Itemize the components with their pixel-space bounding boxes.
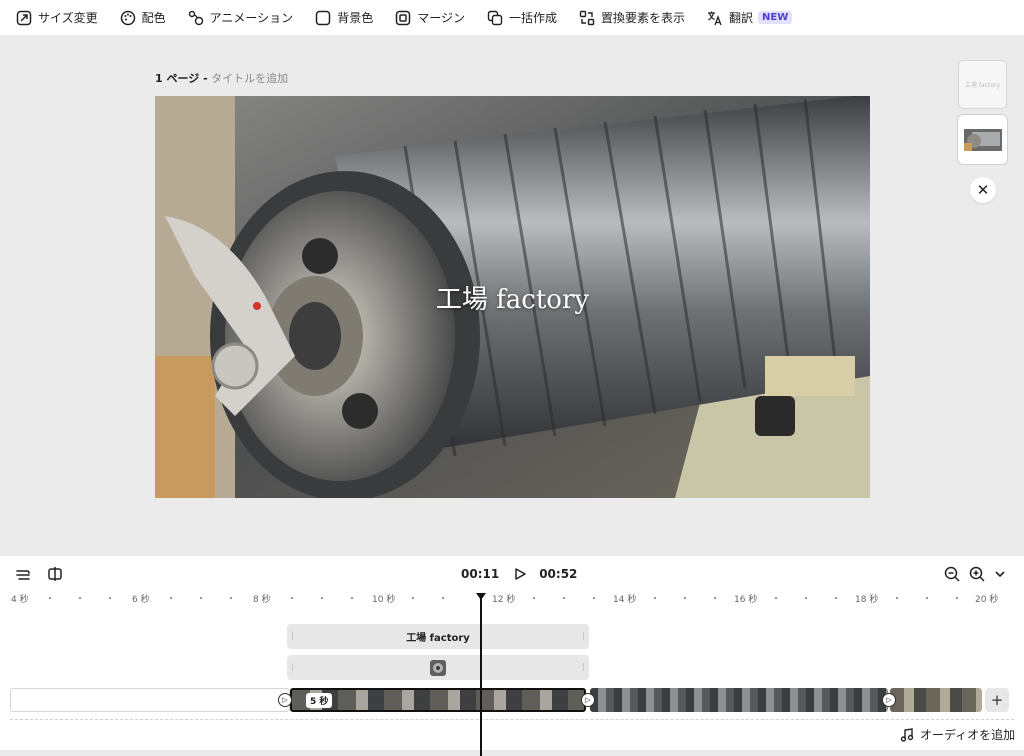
ruler-label: 16 秒 xyxy=(734,595,758,605)
ruler-label: 12 秒 xyxy=(492,595,516,605)
playhead[interactable] xyxy=(476,593,486,756)
current-time: 00:11 xyxy=(461,567,500,581)
split-icon[interactable] xyxy=(47,566,63,582)
playback-controls: 00:11 00:52 xyxy=(461,564,577,584)
bulk-create-icon xyxy=(487,10,503,25)
animation-icon xyxy=(188,10,203,25)
add-title-link[interactable]: タイトルを追加 xyxy=(211,72,288,85)
palette-icon xyxy=(120,10,135,25)
zoom-in-icon[interactable] xyxy=(969,566,985,582)
add-audio-label: オーディオを追加 xyxy=(920,728,1016,742)
text-track[interactable]: 工場 factory xyxy=(287,624,589,649)
color-scheme-button[interactable]: 配色 xyxy=(120,0,166,35)
resize-label: サイズ変更 xyxy=(38,11,98,25)
show-replace-elements-button[interactable]: 置換要素を表示 xyxy=(579,0,685,35)
clip-duration-badge: 5 秒 xyxy=(306,693,333,708)
translate-icon xyxy=(708,11,722,25)
zoom-controls xyxy=(944,564,1006,584)
bulk-create-button[interactable]: 一括作成 xyxy=(487,0,557,35)
clip-previous[interactable] xyxy=(10,688,290,712)
clip-selected[interactable] xyxy=(290,688,586,712)
margin-label: マージン xyxy=(417,11,465,25)
new-badge: NEW xyxy=(758,11,793,24)
transition-icon: ▷ xyxy=(282,696,288,704)
thumbnail-page-1[interactable]: 工場 factory xyxy=(958,60,1007,109)
transition-icon: ▷ xyxy=(585,696,591,704)
timeline-panel: 00:11 00:52 4 秒 6 秒 8 秒 10 秒 12 秒 14 秒 1… xyxy=(0,556,1024,756)
play-icon[interactable] xyxy=(513,567,527,581)
thumbnail-page-2[interactable] xyxy=(958,115,1007,164)
ruler-label: 4 秒 xyxy=(11,595,29,605)
ruler-label: 18 秒 xyxy=(855,595,879,605)
transition-button[interactable]: ▷ xyxy=(882,693,896,707)
translate-label: 翻訳 xyxy=(729,11,754,25)
translate-button[interactable]: 翻訳 NEW xyxy=(707,0,793,35)
time-ruler[interactable]: 4 秒 6 秒 8 秒 10 秒 12 秒 14 秒 16 秒 18 秒 20 … xyxy=(0,592,1024,606)
ruler-label: 14 秒 xyxy=(613,595,637,605)
thumbnail-image xyxy=(963,128,1002,151)
close-icon: ✕ xyxy=(976,181,990,199)
slide-canvas[interactable]: 工場 factory xyxy=(155,96,870,498)
background-color-button[interactable]: 背景色 xyxy=(315,0,373,35)
close-button[interactable]: ✕ xyxy=(970,177,996,203)
slide-title-text[interactable]: 工場 factory xyxy=(155,96,870,498)
ruler-label: 10 秒 xyxy=(372,595,396,605)
clip-next[interactable] xyxy=(590,688,888,712)
margin-icon xyxy=(395,10,411,25)
animation-button[interactable]: アニメーション xyxy=(188,0,294,35)
ruler-label: 8 秒 xyxy=(253,595,271,605)
resize-button[interactable]: サイズ変更 xyxy=(16,0,98,35)
background-color-label: 背景色 xyxy=(337,11,374,25)
show-replace-elements-label: 置換要素を表示 xyxy=(600,11,685,25)
clip-last[interactable] xyxy=(890,688,982,712)
ruler-label: 20 秒 xyxy=(975,595,999,605)
add-audio-button[interactable]: オーディオを追加 xyxy=(900,726,1015,743)
text-track-label: 工場 factory xyxy=(406,633,470,644)
thumbnail-text: 工場 factory xyxy=(964,82,1001,89)
total-time: 00:52 xyxy=(539,567,578,581)
page-label: 1 ページ - タイトルを追加 xyxy=(155,70,288,86)
animation-label: アニメーション xyxy=(209,11,294,25)
layers-icon[interactable] xyxy=(15,566,31,582)
plus-icon: + xyxy=(990,691,1004,709)
image-track[interactable] xyxy=(287,655,589,680)
bulk-create-label: 一括作成 xyxy=(508,11,557,25)
transition-button[interactable]: ▷ xyxy=(581,693,595,707)
chevron-down-icon[interactable] xyxy=(994,568,1006,580)
image-track-thumbnail xyxy=(430,659,446,676)
audio-track-divider xyxy=(10,719,1014,720)
add-clip-button[interactable]: + xyxy=(985,688,1009,712)
ruler-label: 6 秒 xyxy=(132,595,150,605)
transition-icon: ▷ xyxy=(886,696,892,704)
resize-icon xyxy=(16,10,32,25)
page-number: 1 ページ - xyxy=(155,72,208,85)
color-scheme-label: 配色 xyxy=(141,11,166,25)
top-toolbar: サイズ変更 配色 アニメーション 背景色 マージン 一括作成 置換要素を表示 翻… xyxy=(0,0,1024,35)
margin-button[interactable]: マージン xyxy=(395,0,465,35)
music-note-icon xyxy=(900,727,914,742)
background-color-icon xyxy=(315,10,331,25)
page-thumbnails: 工場 factory xyxy=(958,60,1007,170)
replace-icon xyxy=(579,10,595,25)
transition-button[interactable]: ▷ xyxy=(278,693,292,707)
zoom-out-icon[interactable] xyxy=(944,566,960,582)
timeline-left-controls xyxy=(15,564,63,584)
